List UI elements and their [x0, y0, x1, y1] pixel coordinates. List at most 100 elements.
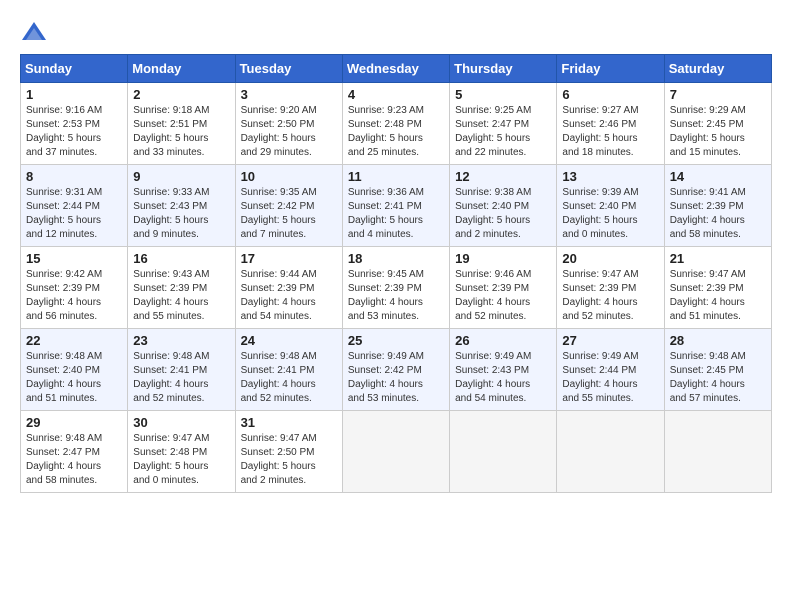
day-number: 4	[348, 87, 444, 102]
day-number: 28	[670, 333, 766, 348]
calendar-cell: 6 Sunrise: 9:27 AMSunset: 2:46 PMDaylight…	[557, 83, 664, 165]
day-info: Sunrise: 9:48 AMSunset: 2:47 PMDaylight:…	[26, 432, 122, 488]
calendar-cell: 27 Sunrise: 9:49 AMSunset: 2:44 PMDayligh…	[557, 329, 664, 411]
day-number: 23	[133, 333, 229, 348]
day-info: Sunrise: 9:39 AMSunset: 2:40 PMDaylight:…	[562, 186, 658, 242]
calendar-cell	[450, 411, 557, 493]
day-number: 9	[133, 169, 229, 184]
day-info: Sunrise: 9:31 AMSunset: 2:44 PMDaylight:…	[26, 186, 122, 242]
day-info: Sunrise: 9:46 AMSunset: 2:39 PMDaylight:…	[455, 268, 551, 324]
calendar-cell	[342, 411, 449, 493]
calendar-cell: 12 Sunrise: 9:38 AMSunset: 2:40 PMDayligh…	[450, 165, 557, 247]
week-row-5: 29 Sunrise: 9:48 AMSunset: 2:47 PMDayligh…	[21, 411, 772, 493]
day-number: 11	[348, 169, 444, 184]
day-number: 15	[26, 251, 122, 266]
weekday-header-monday: Monday	[128, 55, 235, 83]
calendar-cell: 13 Sunrise: 9:39 AMSunset: 2:40 PMDayligh…	[557, 165, 664, 247]
calendar-cell: 1Sunrise: 9:16 AMSunset: 2:53 PMDaylight…	[21, 83, 128, 165]
day-number: 7	[670, 87, 766, 102]
weekday-header-friday: Friday	[557, 55, 664, 83]
day-number: 5	[455, 87, 551, 102]
calendar-cell: 11Sunrise: 9:36 AMSunset: 2:41 PMDayligh…	[342, 165, 449, 247]
calendar-cell: 14Sunrise: 9:41 AMSunset: 2:39 PMDayligh…	[664, 165, 771, 247]
week-row-2: 8 Sunrise: 9:31 AMSunset: 2:44 PMDaylight…	[21, 165, 772, 247]
day-number: 2	[133, 87, 229, 102]
day-info: Sunrise: 9:18 AMSunset: 2:51 PMDaylight:…	[133, 104, 229, 160]
day-info: Sunrise: 9:47 AMSunset: 2:48 PMDaylight:…	[133, 432, 229, 488]
calendar-cell: 20Sunrise: 9:47 AMSunset: 2:39 PMDayligh…	[557, 247, 664, 329]
calendar-cell: 22Sunrise: 9:48 AMSunset: 2:40 PMDayligh…	[21, 329, 128, 411]
calendar-cell: 5 Sunrise: 9:25 AMSunset: 2:47 PMDaylight…	[450, 83, 557, 165]
day-info: Sunrise: 9:35 AMSunset: 2:42 PMDaylight:…	[241, 186, 337, 242]
weekday-header-row: SundayMondayTuesdayWednesdayThursdayFrid…	[21, 55, 772, 83]
weekday-header-thursday: Thursday	[450, 55, 557, 83]
calendar-cell: 24 Sunrise: 9:48 AMSunset: 2:41 PMDayligh…	[235, 329, 342, 411]
day-info: Sunrise: 9:43 AMSunset: 2:39 PMDaylight:…	[133, 268, 229, 324]
calendar-cell: 3Sunrise: 9:20 AMSunset: 2:50 PMDaylight…	[235, 83, 342, 165]
weekday-header-saturday: Saturday	[664, 55, 771, 83]
day-info: Sunrise: 9:47 AMSunset: 2:39 PMDaylight:…	[670, 268, 766, 324]
calendar-cell: 30 Sunrise: 9:47 AMSunset: 2:48 PMDayligh…	[128, 411, 235, 493]
day-number: 24	[241, 333, 337, 348]
calendar-cell: 7 Sunrise: 9:29 AMSunset: 2:45 PMDaylight…	[664, 83, 771, 165]
calendar-cell: 8 Sunrise: 9:31 AMSunset: 2:44 PMDaylight…	[21, 165, 128, 247]
day-info: Sunrise: 9:48 AMSunset: 2:45 PMDaylight:…	[670, 350, 766, 406]
day-info: Sunrise: 9:48 AMSunset: 2:41 PMDaylight:…	[133, 350, 229, 406]
day-number: 10	[241, 169, 337, 184]
day-number: 30	[133, 415, 229, 430]
calendar-cell: 2 Sunrise: 9:18 AMSunset: 2:51 PMDaylight…	[128, 83, 235, 165]
day-info: Sunrise: 9:45 AMSunset: 2:39 PMDaylight:…	[348, 268, 444, 324]
day-number: 3	[241, 87, 337, 102]
day-info: Sunrise: 9:25 AMSunset: 2:47 PMDaylight:…	[455, 104, 551, 160]
day-number: 17	[241, 251, 337, 266]
calendar-cell: 23 Sunrise: 9:48 AMSunset: 2:41 PMDayligh…	[128, 329, 235, 411]
week-row-3: 15 Sunrise: 9:42 AMSunset: 2:39 PMDayligh…	[21, 247, 772, 329]
day-number: 8	[26, 169, 122, 184]
day-number: 16	[133, 251, 229, 266]
day-number: 19	[455, 251, 551, 266]
day-number: 29	[26, 415, 122, 430]
calendar-cell	[557, 411, 664, 493]
day-number: 18	[348, 251, 444, 266]
calendar-cell: 15 Sunrise: 9:42 AMSunset: 2:39 PMDayligh…	[21, 247, 128, 329]
logo	[20, 20, 52, 48]
day-number: 27	[562, 333, 658, 348]
day-info: Sunrise: 9:49 AMSunset: 2:42 PMDaylight:…	[348, 350, 444, 406]
day-info: Sunrise: 9:41 AMSunset: 2:39 PMDaylight:…	[670, 186, 766, 242]
calendar-cell: 18 Sunrise: 9:45 AMSunset: 2:39 PMDayligh…	[342, 247, 449, 329]
calendar-table: SundayMondayTuesdayWednesdayThursdayFrid…	[20, 54, 772, 493]
weekday-header-tuesday: Tuesday	[235, 55, 342, 83]
calendar-cell: 21 Sunrise: 9:47 AMSunset: 2:39 PMDayligh…	[664, 247, 771, 329]
day-info: Sunrise: 9:29 AMSunset: 2:45 PMDaylight:…	[670, 104, 766, 160]
day-number: 13	[562, 169, 658, 184]
calendar-cell	[664, 411, 771, 493]
calendar-cell: 19 Sunrise: 9:46 AMSunset: 2:39 PMDayligh…	[450, 247, 557, 329]
logo-icon	[20, 20, 48, 48]
day-number: 6	[562, 87, 658, 102]
day-info: Sunrise: 9:33 AMSunset: 2:43 PMDaylight:…	[133, 186, 229, 242]
weekday-header-wednesday: Wednesday	[342, 55, 449, 83]
day-info: Sunrise: 9:23 AMSunset: 2:48 PMDaylight:…	[348, 104, 444, 160]
calendar-cell: 16 Sunrise: 9:43 AMSunset: 2:39 PMDayligh…	[128, 247, 235, 329]
calendar-cell: 10 Sunrise: 9:35 AMSunset: 2:42 PMDayligh…	[235, 165, 342, 247]
day-info: Sunrise: 9:47 AMSunset: 2:39 PMDaylight:…	[562, 268, 658, 324]
calendar-cell: 9 Sunrise: 9:33 AMSunset: 2:43 PMDaylight…	[128, 165, 235, 247]
day-info: Sunrise: 9:47 AMSunset: 2:50 PMDaylight:…	[241, 432, 337, 488]
day-number: 12	[455, 169, 551, 184]
day-info: Sunrise: 9:48 AMSunset: 2:41 PMDaylight:…	[241, 350, 337, 406]
calendar-cell: 17Sunrise: 9:44 AMSunset: 2:39 PMDayligh…	[235, 247, 342, 329]
day-number: 22	[26, 333, 122, 348]
day-info: Sunrise: 9:49 AMSunset: 2:44 PMDaylight:…	[562, 350, 658, 406]
calendar-cell: 31 Sunrise: 9:47 AMSunset: 2:50 PMDayligh…	[235, 411, 342, 493]
day-number: 26	[455, 333, 551, 348]
day-number: 25	[348, 333, 444, 348]
day-info: Sunrise: 9:27 AMSunset: 2:46 PMDaylight:…	[562, 104, 658, 160]
day-number: 31	[241, 415, 337, 430]
calendar-cell: 4 Sunrise: 9:23 AMSunset: 2:48 PMDaylight…	[342, 83, 449, 165]
day-number: 21	[670, 251, 766, 266]
page-container: SundayMondayTuesdayWednesdayThursdayFrid…	[20, 20, 772, 493]
weekday-header-sunday: Sunday	[21, 55, 128, 83]
day-info: Sunrise: 9:38 AMSunset: 2:40 PMDaylight:…	[455, 186, 551, 242]
day-info: Sunrise: 9:42 AMSunset: 2:39 PMDaylight:…	[26, 268, 122, 324]
week-row-4: 22Sunrise: 9:48 AMSunset: 2:40 PMDayligh…	[21, 329, 772, 411]
